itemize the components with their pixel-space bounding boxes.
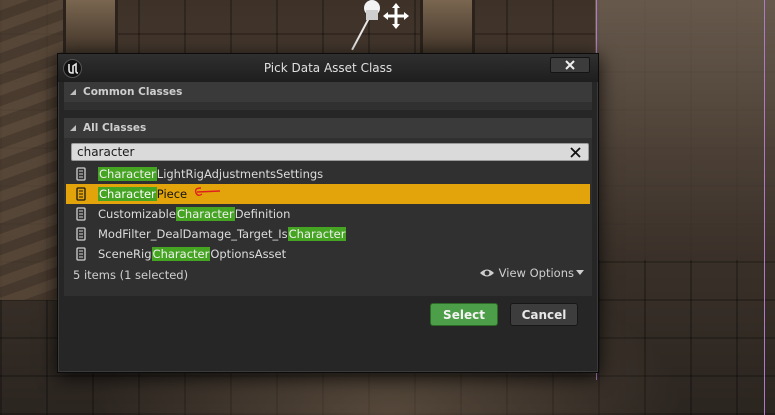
class-list-item[interactable]: Customizable Character Definition — [66, 204, 590, 224]
class-list-item-selected[interactable]: Character Piece — [66, 184, 590, 204]
search-match-highlight: Character — [98, 187, 157, 201]
common-classes-body — [64, 102, 592, 110]
search-match-highlight: Character — [98, 167, 157, 181]
class-name-prefix: Customizable — [98, 207, 176, 221]
transform-gizmo-icon[interactable] — [360, 0, 410, 32]
cancel-button[interactable]: Cancel — [510, 303, 578, 326]
class-icon — [74, 167, 88, 181]
class-name-suffix: LightRigAdjustmentsSettings — [156, 167, 324, 181]
item-count-status: 5 items (1 selected) — [73, 268, 189, 282]
all-classes-label: All Classes — [83, 122, 147, 134]
class-list-item[interactable]: ModFilter_DealDamage_Target_Is Character — [66, 224, 590, 244]
class-name-prefix: ModFilter_DealDamage_Target_Is — [98, 227, 288, 241]
class-list-item[interactable]: SceneRig Character OptionsAsset — [66, 244, 590, 264]
common-classes-label: Common Classes — [83, 86, 183, 98]
close-button[interactable] — [550, 57, 590, 73]
eye-icon — [479, 268, 495, 278]
class-list: Character LightRigAdjustmentsSettings Cha… — [66, 164, 590, 264]
class-icon — [74, 227, 88, 241]
search-value: character — [77, 145, 135, 159]
class-name-suffix: Definition — [234, 207, 291, 221]
clear-search-button[interactable] — [568, 145, 582, 159]
view-options-label: View Options — [498, 266, 574, 280]
class-icon — [74, 247, 88, 261]
class-name-suffix: Piece — [156, 187, 188, 201]
collapse-triangle-icon — [70, 88, 76, 95]
stone-wall-right — [595, 0, 775, 260]
class-list-item[interactable]: Character LightRigAdjustmentsSettings — [66, 164, 590, 184]
common-classes-header[interactable]: Common Classes — [64, 82, 592, 102]
viewport-guide-line-right — [764, 0, 765, 415]
class-icon — [74, 207, 88, 221]
collapse-triangle-icon — [70, 124, 76, 131]
chevron-down-icon — [576, 270, 584, 276]
class-name-suffix: OptionsAsset — [210, 247, 287, 261]
view-options-button[interactable]: View Options — [479, 266, 584, 280]
dialog-titlebar[interactable]: Pick Data Asset Class — [58, 54, 598, 82]
select-button[interactable]: Select — [430, 303, 498, 326]
close-icon — [565, 60, 575, 70]
search-match-highlight: Character — [287, 227, 347, 241]
class-name-prefix: SceneRig — [98, 247, 152, 261]
dialog-title: Pick Data Asset Class — [263, 61, 393, 75]
all-classes-header[interactable]: All Classes — [64, 118, 592, 138]
search-match-highlight: Character — [175, 207, 235, 221]
class-search-input[interactable]: character — [71, 143, 589, 161]
pillar-right — [420, 0, 475, 55]
pillar-left — [63, 0, 118, 55]
class-icon — [74, 187, 88, 201]
red-annotation-mark — [194, 187, 221, 196]
search-match-highlight: Character — [151, 247, 211, 261]
pick-data-asset-class-dialog: Pick Data Asset Class Common Classes All… — [57, 53, 599, 373]
clear-search-icon — [569, 146, 581, 158]
